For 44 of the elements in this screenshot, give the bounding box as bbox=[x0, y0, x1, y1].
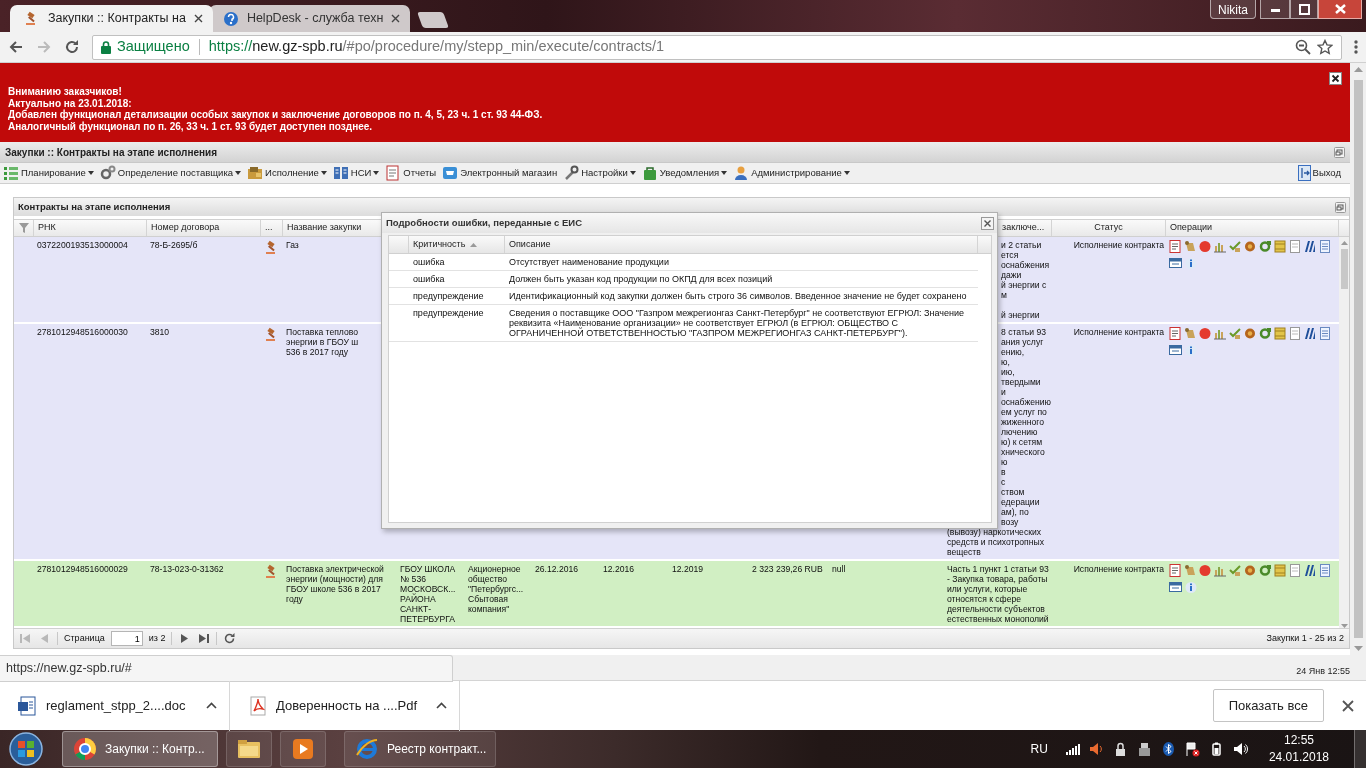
table-cell-text: Исполнение контракта bbox=[1072, 327, 1164, 337]
table-cell-text: 2781012948516000029 bbox=[37, 564, 129, 574]
status-url: https://new.gz-spb.ru/# bbox=[0, 655, 453, 682]
table-cell-text: Отсутствует наименование продукции bbox=[508, 256, 670, 269]
table-cell-text: (вывозу) наркотических средств и психотропных веществ bbox=[947, 527, 1045, 557]
table-cell-text: Поставка электрической энергии (мощности) для ГБОУ школе 536 в 2017 году bbox=[286, 564, 385, 604]
table-cell-text: 12.2016 bbox=[603, 564, 636, 574]
table-cell-text: Газ bbox=[286, 240, 300, 250]
table-cell-text: Исполнение контракта bbox=[1072, 240, 1164, 250]
table-cell-text: 3810 bbox=[150, 327, 171, 337]
table-cell-text: 26.12.2016 bbox=[535, 564, 579, 574]
table-cell: 8 статьи 93 ания услуг ению, ю, ию, твердыми и оснабжению ем услуг по жиженного лючению ю) к сетям хнического ю в с ством едерации ам), по возу bbox=[1001, 327, 1051, 527]
table-cell: Часть 1 пункт 1 статьи 93 - Закупка товара, работы или услуги, которые относятся к сфере деятельности субъектов естественных монополий bbox=[947, 564, 1050, 624]
table-cell-text: Идентификационный код закупки должен быть строго 36 символов. Введенное значение не будет сохранено bbox=[508, 290, 968, 303]
table-cell-text: 0372200193513000004 bbox=[37, 240, 129, 250]
app-title: Закупки :: Контракты на этапе исполнения bbox=[5, 145, 218, 160]
table-cell-text: 2781012948516000030 bbox=[37, 327, 129, 337]
clock-date: 24.01.2018 bbox=[1268, 749, 1329, 766]
footer-time: 24 Янв 12:55 bbox=[1296, 665, 1351, 678]
table-cell-text: ошибка bbox=[412, 256, 446, 269]
notice-text: Актуально на 23.01.2018: bbox=[8, 97, 133, 109]
notice-text: Аналогичный функционал по п. 26, 33 ч. 1 ст. 93 будет доступен позднее. bbox=[8, 120, 374, 132]
page-label: Страница bbox=[64, 631, 105, 645]
table-cell-text: null bbox=[832, 564, 847, 574]
table-cell-text: предупреждение bbox=[412, 290, 485, 303]
notice-text: Вниманию заказчиков! bbox=[8, 86, 123, 98]
notice-text: Добавлен функционал детализации особых закупок и заключение договоров по п. 4, 5, 23 ч. 1 ст. 93 44-ФЗ. bbox=[8, 109, 544, 121]
clock-time: 12:55 bbox=[1283, 732, 1314, 749]
table-cell-text: предупреждение bbox=[412, 307, 485, 320]
panel-title: Контракты на этапе исполнения bbox=[18, 199, 171, 214]
table-cell-text: 12.2019 bbox=[672, 564, 705, 574]
table-cell: и 2 статьи ется оснабжения дажи й энергии с м й энергии bbox=[1001, 240, 1050, 320]
table-cell-text: Акционерное общество "Петербургс... Сбытовая компания" bbox=[468, 564, 525, 614]
table-cell-text: 2 323 239,26 RUB bbox=[752, 564, 824, 574]
page-summary: Закупки 1 - 25 из 2 bbox=[1266, 631, 1344, 645]
table-cell-text: Поставка теплово энергии в ГБОУ ш 536 в 2017 году bbox=[286, 327, 360, 357]
page-count: из 2 bbox=[148, 631, 166, 645]
security-label: Защищено bbox=[117, 37, 190, 57]
table-cell-text: 78-13-023-0-31362 bbox=[150, 564, 225, 574]
table-cell-text: Исполнение контракта bbox=[1072, 564, 1164, 574]
table-cell-text: ошибка bbox=[412, 273, 446, 286]
table-cell-text: ГБОУ ШКОЛА № 536 МОСКОВСК... РАЙОНА САНКТ-ПЕТЕРБУРГА bbox=[400, 564, 457, 624]
table-cell-text: Должен быть указан код продукции по ОКПД для всех позиций bbox=[508, 273, 774, 286]
table-cell-text: 78-Б-2695/б bbox=[150, 240, 199, 250]
